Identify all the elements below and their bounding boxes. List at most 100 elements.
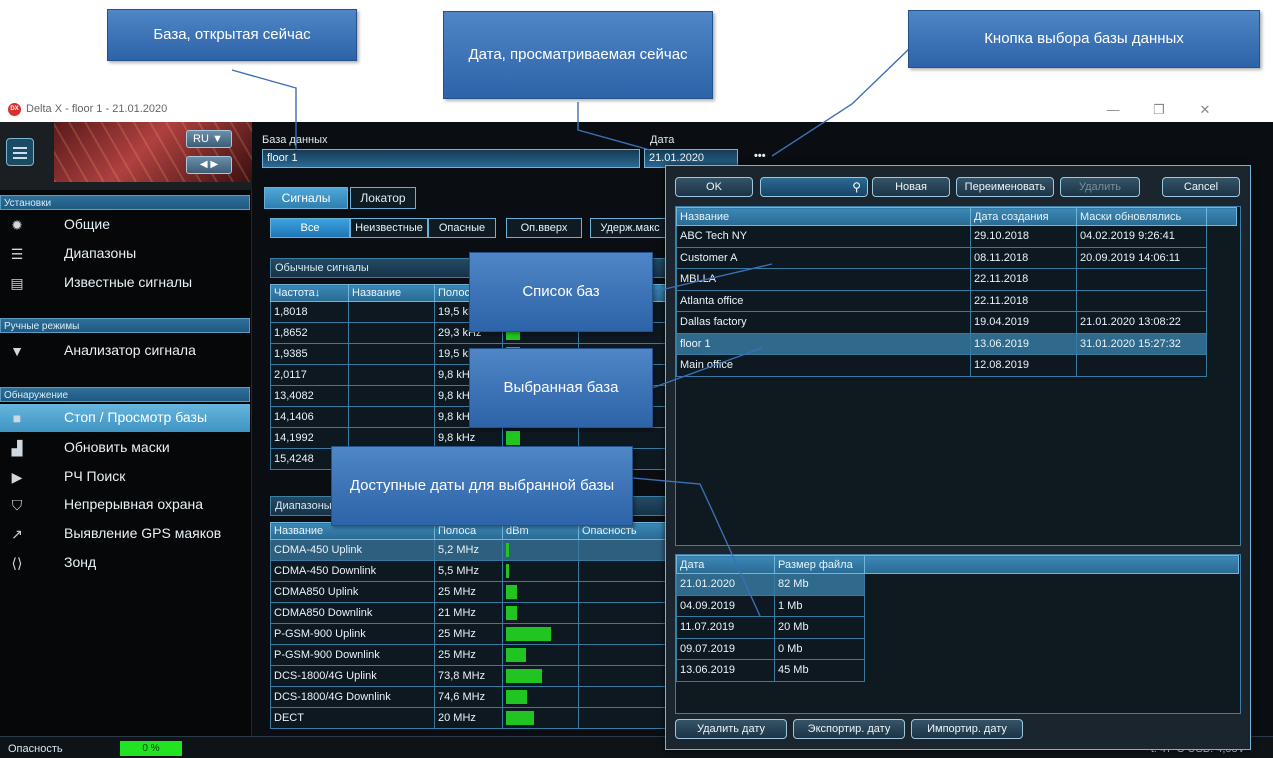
- sidebar-item-stop-view-db[interactable]: ■ Стоп / Просмотр базы: [0, 404, 250, 432]
- sidebar-item-probe[interactable]: ⟨⟩ Зонд: [0, 549, 250, 577]
- level-bar: [506, 669, 542, 683]
- filter-all[interactable]: Все: [270, 218, 350, 238]
- range-band: 21 MHz: [434, 602, 503, 624]
- file-size: 0 Mb: [774, 637, 865, 660]
- table-row[interactable]: floor 1 13.06.2019 31.01.2020 15:27:32: [676, 332, 1237, 355]
- delete-button[interactable]: Удалить: [1060, 177, 1140, 197]
- table-row[interactable]: DCS-1800/4G Uplink 73,8 MHz: [270, 665, 670, 687]
- image-icon: ▟: [11, 440, 23, 456]
- maximize-button[interactable]: ❐: [1136, 99, 1182, 121]
- col-db-masks[interactable]: Маски обновлялись: [1076, 207, 1207, 226]
- col-frequency[interactable]: Частота↓: [270, 284, 349, 302]
- table-row[interactable]: 11.07.2019 20 Mb: [676, 616, 1239, 639]
- level-bar: [506, 564, 509, 578]
- col-db-name[interactable]: Название: [676, 207, 971, 226]
- file-size: 45 Mb: [774, 659, 865, 682]
- col-name[interactable]: Название: [348, 284, 435, 302]
- db-label: База данных: [262, 134, 328, 146]
- table-row[interactable]: CDMA-450 Downlink 5,5 MHz: [270, 560, 670, 582]
- sidebar-item-analyzer[interactable]: ▼ Анализатор сигнала: [0, 337, 250, 365]
- section-manual: Ручные режимы: [0, 318, 250, 333]
- filter-hold-max[interactable]: Удерж.макс: [590, 218, 670, 238]
- tab-locator[interactable]: Локатор: [350, 187, 416, 209]
- table-row[interactable]: 04.09.2019 1 Mb: [676, 594, 1239, 617]
- db-name: Atlanta office: [676, 289, 971, 312]
- db-field[interactable]: floor 1: [262, 149, 640, 168]
- signal-frequency: 14,1406: [270, 406, 349, 428]
- export-date-button[interactable]: Экспортир. дату: [793, 719, 905, 739]
- range-dbm: [502, 623, 579, 645]
- search-icon[interactable]: ⚲: [852, 180, 861, 194]
- table-row[interactable]: 13.06.2019 45 Mb: [676, 659, 1239, 682]
- level-bar: [506, 431, 520, 445]
- danger-label: Опасность: [8, 743, 63, 755]
- level-bar: [506, 543, 509, 557]
- toggle-switch[interactable]: ◀ ▶: [186, 156, 232, 174]
- table-row[interactable]: CDMA850 Uplink 25 MHz: [270, 581, 670, 603]
- table-row[interactable]: Dallas factory 19.04.2019 21.01.2020 13:08…: [676, 311, 1237, 334]
- table-row[interactable]: P-GSM-900 Downlink 25 MHz: [270, 644, 670, 666]
- col-date[interactable]: Дата: [676, 555, 775, 574]
- sidebar-item-ranges[interactable]: ☰ Диапазоны: [0, 240, 250, 268]
- shield-check-icon: ⛉: [11, 497, 23, 513]
- range-danger: [578, 644, 670, 666]
- sidebar-item-general[interactable]: ✹ Общие: [0, 211, 250, 239]
- db-masks-updated: [1076, 268, 1207, 291]
- clipboard-icon: ▤: [10, 275, 24, 291]
- db-masks-updated: [1076, 354, 1207, 377]
- sidebar-item-gps[interactable]: ↗ Выявление GPS маяков: [0, 520, 250, 548]
- range-name: CDMA850 Uplink: [270, 581, 435, 603]
- db-picker-button[interactable]: •••: [754, 150, 766, 162]
- level-bar: [506, 606, 517, 620]
- tab-signals[interactable]: Сигналы: [264, 187, 348, 209]
- close-button[interactable]: ✕: [1182, 99, 1228, 121]
- list-icon: ☰: [10, 246, 24, 262]
- delete-date-button[interactable]: Удалить дату: [675, 719, 787, 739]
- table-row[interactable]: Customer A 08.11.2018 20.09.2019 14:06:11: [676, 246, 1237, 269]
- db-table: Название Дата создания Маски обновлялись…: [676, 207, 1237, 377]
- table-row[interactable]: ABC Tech NY 29.10.2018 04.02.2019 9:26:41: [676, 225, 1237, 248]
- range-dbm: [502, 644, 579, 666]
- col-file-size[interactable]: Размер файла: [774, 555, 865, 574]
- table-row[interactable]: DECT 20 MHz: [270, 707, 670, 729]
- range-band: 5,2 MHz: [434, 539, 503, 561]
- range-name: P-GSM-900 Uplink: [270, 623, 435, 645]
- col-db-created[interactable]: Дата создания: [970, 207, 1077, 226]
- sidebar-item-guard[interactable]: ⛉ Непрерывная охрана: [0, 491, 250, 519]
- rename-button[interactable]: Переименовать: [956, 177, 1054, 197]
- range-dbm: [502, 560, 579, 582]
- signal-frequency: 1,8018: [270, 301, 349, 323]
- filter-danger-up[interactable]: Оп.вверх: [506, 218, 582, 238]
- play-icon: ▶: [11, 469, 23, 485]
- minimize-button[interactable]: —: [1090, 99, 1136, 121]
- filter-unknown[interactable]: Неизвестные: [350, 218, 428, 238]
- search-input[interactable]: ⚲: [760, 177, 868, 197]
- ok-button[interactable]: OK: [675, 177, 753, 197]
- import-date-button[interactable]: Импортир. дату: [911, 719, 1023, 739]
- callout-avail-dates: Доступные даты для выбранной базы: [331, 446, 633, 526]
- new-button[interactable]: Новая: [872, 177, 950, 197]
- db-masks-updated: 04.02.2019 9:26:41: [1076, 225, 1207, 248]
- table-row[interactable]: MBLLA 22.11.2018: [676, 268, 1237, 291]
- table-row[interactable]: 21.01.2020 82 Mb: [676, 573, 1239, 596]
- language-select[interactable]: RU ▼: [186, 130, 232, 148]
- table-row[interactable]: CDMA850 Downlink 21 MHz: [270, 602, 670, 624]
- sidebar-item-update-masks[interactable]: ▟ Обновить маски: [0, 434, 250, 462]
- hamburger-menu-icon[interactable]: [6, 138, 34, 166]
- range-name: DCS-1800/4G Downlink: [270, 686, 435, 708]
- table-row[interactable]: Main office 12.08.2019: [676, 354, 1237, 377]
- range-dbm: [502, 539, 579, 561]
- level-bar: [506, 690, 527, 704]
- table-row[interactable]: P-GSM-900 Uplink 25 MHz: [270, 623, 670, 645]
- table-row[interactable]: Atlanta office 22.11.2018: [676, 289, 1237, 312]
- cancel-button[interactable]: Cancel: [1162, 177, 1240, 197]
- table-row[interactable]: DCS-1800/4G Downlink 74,6 MHz: [270, 686, 670, 708]
- db-created: 12.08.2019: [970, 354, 1077, 377]
- filter-dangerous[interactable]: Опасные: [428, 218, 496, 238]
- sidebar-item-rf-search[interactable]: ▶ РЧ Поиск: [0, 463, 250, 491]
- sidebar-item-known-signals[interactable]: ▤ Известные сигналы: [0, 269, 250, 297]
- range-name: DCS-1800/4G Uplink: [270, 665, 435, 687]
- range-band: 5,5 MHz: [434, 560, 503, 582]
- table-row[interactable]: 09.07.2019 0 Mb: [676, 637, 1239, 660]
- table-row[interactable]: CDMA-450 Uplink 5,2 MHz: [270, 539, 670, 561]
